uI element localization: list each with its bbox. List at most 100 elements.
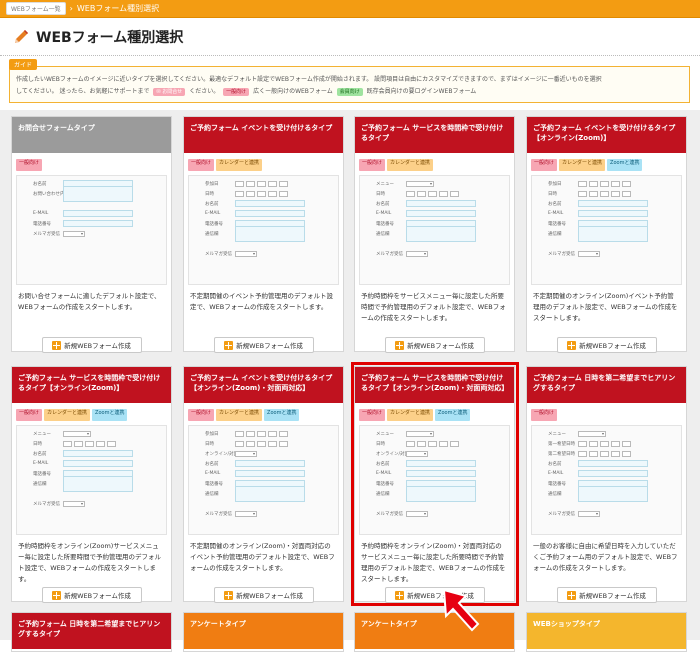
- preview-field-control: [235, 485, 305, 502]
- preview-field-control: [406, 180, 434, 187]
- card-description: 一般のお客様に自由に希望日時を入力していただくご予約フォーム用のデフォルト設定で…: [533, 542, 678, 572]
- new-webform-button[interactable]: 新規WEBフォーム作成: [213, 587, 314, 603]
- card-badge: 一般向け: [16, 409, 43, 421]
- preview-field-label: E-MAIL: [33, 461, 49, 466]
- preview-field-row: E-MAIL: [532, 209, 681, 218]
- card-badges: 一般向け: [527, 403, 686, 421]
- preview-field-label: 日時: [376, 191, 385, 197]
- plus-icon: [224, 340, 234, 350]
- guide-line-1: 作成したいWEBフォームのイメージに近いタイプを選択してください。最適なデフォル…: [16, 76, 602, 83]
- preview-field-control: [235, 200, 305, 207]
- preview-field-row: 通信欄: [189, 485, 338, 502]
- new-webform-button[interactable]: 新規WEBフォーム作成: [41, 337, 142, 353]
- mail-contact-label: お問合せ: [162, 88, 183, 95]
- preview-select: [589, 450, 598, 457]
- preview-field-control: [406, 470, 476, 477]
- preview-field-control: [578, 200, 648, 207]
- form-type-card-partial: アンケートタイプ: [354, 612, 515, 652]
- guide-line-2d: 既存会員向けの要ログインWEBフォーム: [366, 88, 477, 95]
- preview-select: [450, 440, 459, 447]
- new-webform-button[interactable]: 新規WEBフォーム作成: [556, 587, 657, 603]
- pencil-icon: [12, 28, 30, 46]
- preview-field-label: 電話番号: [205, 221, 223, 227]
- preview-field-label: 日時: [33, 441, 42, 447]
- preview-field-control: [406, 210, 476, 217]
- preview-field-label: メルマガ受信: [33, 231, 60, 237]
- card-badge: 一般向け: [359, 409, 386, 421]
- form-preview: メニュー 日時 お名前 E-MAIL 電話番号 通信欄 メルマガ受信: [16, 425, 167, 535]
- preview-select: [235, 430, 244, 437]
- preview-field-label: お名前: [205, 201, 219, 207]
- preview-select: [600, 180, 609, 187]
- preview-field-control: [406, 485, 476, 502]
- preview-field-control: [63, 220, 133, 227]
- card-title: WEBショップタイプ: [527, 613, 686, 649]
- form-preview: メニュー 日時 お名前 E-MAIL 電話番号 通信欄 メルマガ受信: [359, 175, 510, 285]
- preview-select: [268, 440, 277, 447]
- card-badge: 一般向け: [359, 159, 386, 171]
- form-type-card: お問合せフォームタイプ 一般向け お名前 お問い合わせ内容 E-MAIL 電話番号 メルマガ…: [11, 116, 172, 353]
- preview-field-control: [63, 450, 133, 457]
- preview-field-label: 参加日: [205, 431, 219, 437]
- new-webform-label: 新規WEBフォーム作成: [236, 592, 303, 600]
- form-type-card: ご予約フォーム サービスを時間枠で受け付けるタイプ 一般向け カレンダーと連携 メニュ…: [354, 116, 515, 353]
- preview-field-row: 第二希望日時: [532, 449, 681, 458]
- mail-contact-button[interactable]: ✉ お問合せ: [153, 87, 186, 96]
- guide-text: 作成したいWEBフォームのイメージに近いタイプを選択してください。最適なデフォル…: [16, 74, 683, 98]
- preview-field-label: メルマガ受信: [548, 251, 575, 257]
- new-webform-button[interactable]: 新規WEBフォーム作成: [213, 337, 314, 353]
- preview-field-row: E-MAIL: [360, 209, 509, 218]
- preview-field-control: [235, 180, 290, 187]
- preview-field-control: [63, 500, 85, 507]
- guide-line-2a: してください。 迷ったら、お気軽にサポートまで: [16, 88, 150, 95]
- form-preview: 参加日 日時 お名前 E-MAIL 電話番号 通信欄 メルマガ受信: [188, 175, 339, 285]
- preview-field-label: 電話番号: [548, 221, 566, 227]
- new-webform-button[interactable]: 新規WEBフォーム作成: [556, 337, 657, 353]
- preview-field-row: 通信欄: [17, 475, 166, 492]
- plus-icon: [224, 590, 234, 600]
- preview-field-row: お名前: [17, 449, 166, 458]
- preview-field-row: 通信欄: [360, 225, 509, 242]
- preview-field-control: [578, 440, 633, 447]
- preview-field-row: お名前: [189, 199, 338, 208]
- preview-field-label: 電話番号: [376, 481, 394, 487]
- preview-select: [257, 180, 266, 187]
- preview-field-label: E-MAIL: [205, 471, 221, 476]
- preview-select: [600, 190, 609, 197]
- preview-field-label: 通信欄: [33, 481, 47, 487]
- preview-field-row: お名前: [532, 199, 681, 208]
- preview-select: [589, 190, 598, 197]
- card-badge: カレンダーと連携: [559, 159, 606, 171]
- preview-field-control: [63, 230, 85, 237]
- card-title: ご予約フォーム サービスを時間枠で受け付けるタイプ【オンライン(Zoom)】: [12, 367, 171, 403]
- preview-field-control: [63, 460, 133, 467]
- preview-field-row: 参加日: [532, 179, 681, 188]
- card-badge: カレンダーと連携: [387, 409, 434, 421]
- new-webform-button[interactable]: 新規WEBフォーム作成: [41, 587, 142, 603]
- preview-field-label: メニュー: [548, 431, 566, 437]
- preview-field-row: 日時: [360, 439, 509, 448]
- preview-field-control: [578, 485, 648, 502]
- preview-select: [257, 190, 266, 197]
- preview-field-label: 通信欄: [205, 231, 219, 237]
- card-badge: Zoomと連携: [264, 409, 300, 421]
- preview-field-label: 日時: [205, 191, 214, 197]
- preview-field-label: 第二希望日時: [548, 451, 575, 457]
- preview-select: [611, 450, 620, 457]
- preview-select: [279, 180, 288, 187]
- card-title: アンケートタイプ: [355, 613, 514, 649]
- form-type-card-partial: アンケートタイプ: [183, 612, 344, 652]
- preview-select: [406, 190, 415, 197]
- preview-field-row: 参加日: [189, 429, 338, 438]
- preview-field-row: メルマガ受信: [360, 249, 509, 258]
- preview-select: [439, 190, 448, 197]
- form-type-card-partial: WEBショップタイプ: [526, 612, 687, 652]
- preview-field-label: 電話番号: [33, 221, 51, 227]
- preview-select: [417, 190, 426, 197]
- preview-field-label: お名前: [548, 461, 562, 467]
- new-webform-button[interactable]: 新規WEBフォーム作成: [384, 337, 485, 353]
- preview-field-label: メルマガ受信: [548, 511, 575, 517]
- breadcrumb-home[interactable]: WEBフォーム一覧: [6, 2, 66, 15]
- card-description: お問い合せフォームに適したデフォルト設定で、WEBフォームの作成をスタートします…: [18, 292, 161, 311]
- card-description: 不定期開催のオンライン(Zoom)・対面両対応のイベント予約管理用のデフォルト設…: [190, 542, 335, 572]
